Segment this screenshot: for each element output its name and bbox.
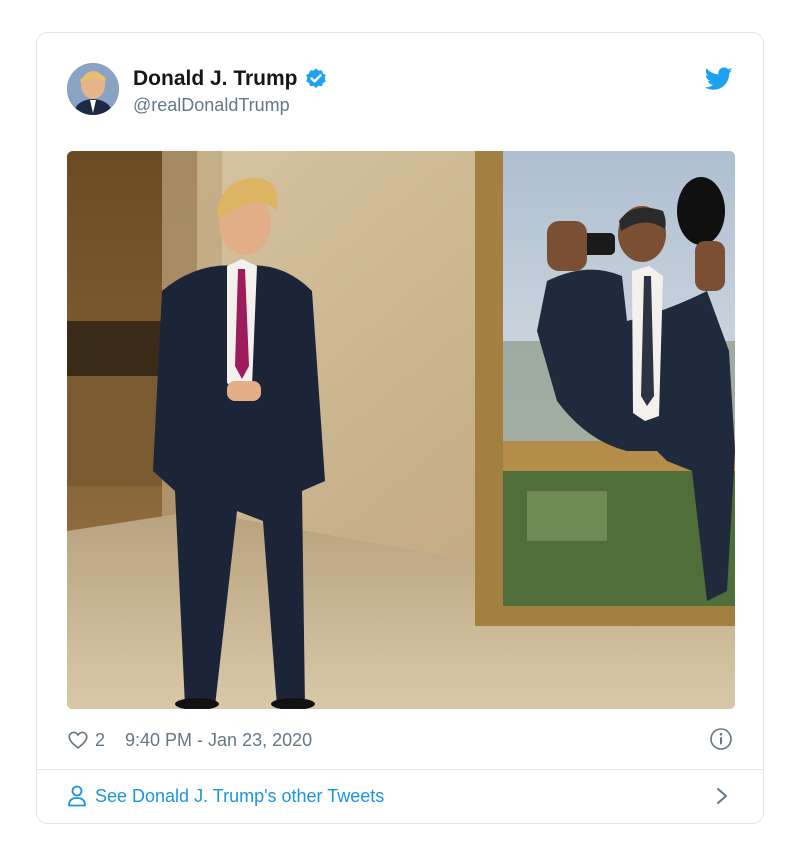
verified-badge-icon [305, 68, 326, 88]
like-count[interactable]: 2 [95, 730, 105, 751]
tweet-photo[interactable] [67, 151, 735, 709]
twitter-bird-icon[interactable] [705, 67, 733, 91]
heart-icon[interactable] [67, 729, 89, 751]
author-name-text[interactable]: Donald J. Trump [133, 67, 298, 91]
see-other-tweets-link[interactable]: See Donald J. Trump's other Tweets [67, 783, 384, 809]
embedded-tweet-card[interactable]: Donald J. Trump @realDonaldTrump 2 9:40 … [36, 32, 764, 824]
author-name[interactable]: Donald J. Trump [133, 67, 328, 91]
see-other-tweets-label[interactable]: See Donald J. Trump's other Tweets [95, 786, 384, 807]
tweet-meta: 2 9:40 PM - Jan 23, 2020 [67, 727, 312, 753]
divider [37, 769, 763, 770]
author-handle[interactable]: @realDonaldTrump [133, 95, 290, 116]
info-icon[interactable] [709, 727, 733, 751]
tweet-photo-image [67, 151, 735, 709]
person-icon [68, 785, 86, 807]
avatar-image [67, 63, 119, 115]
tweet-timestamp[interactable]: 9:40 PM - Jan 23, 2020 [125, 730, 312, 751]
chevron-right-icon[interactable] [715, 786, 729, 806]
avatar[interactable] [67, 63, 119, 115]
